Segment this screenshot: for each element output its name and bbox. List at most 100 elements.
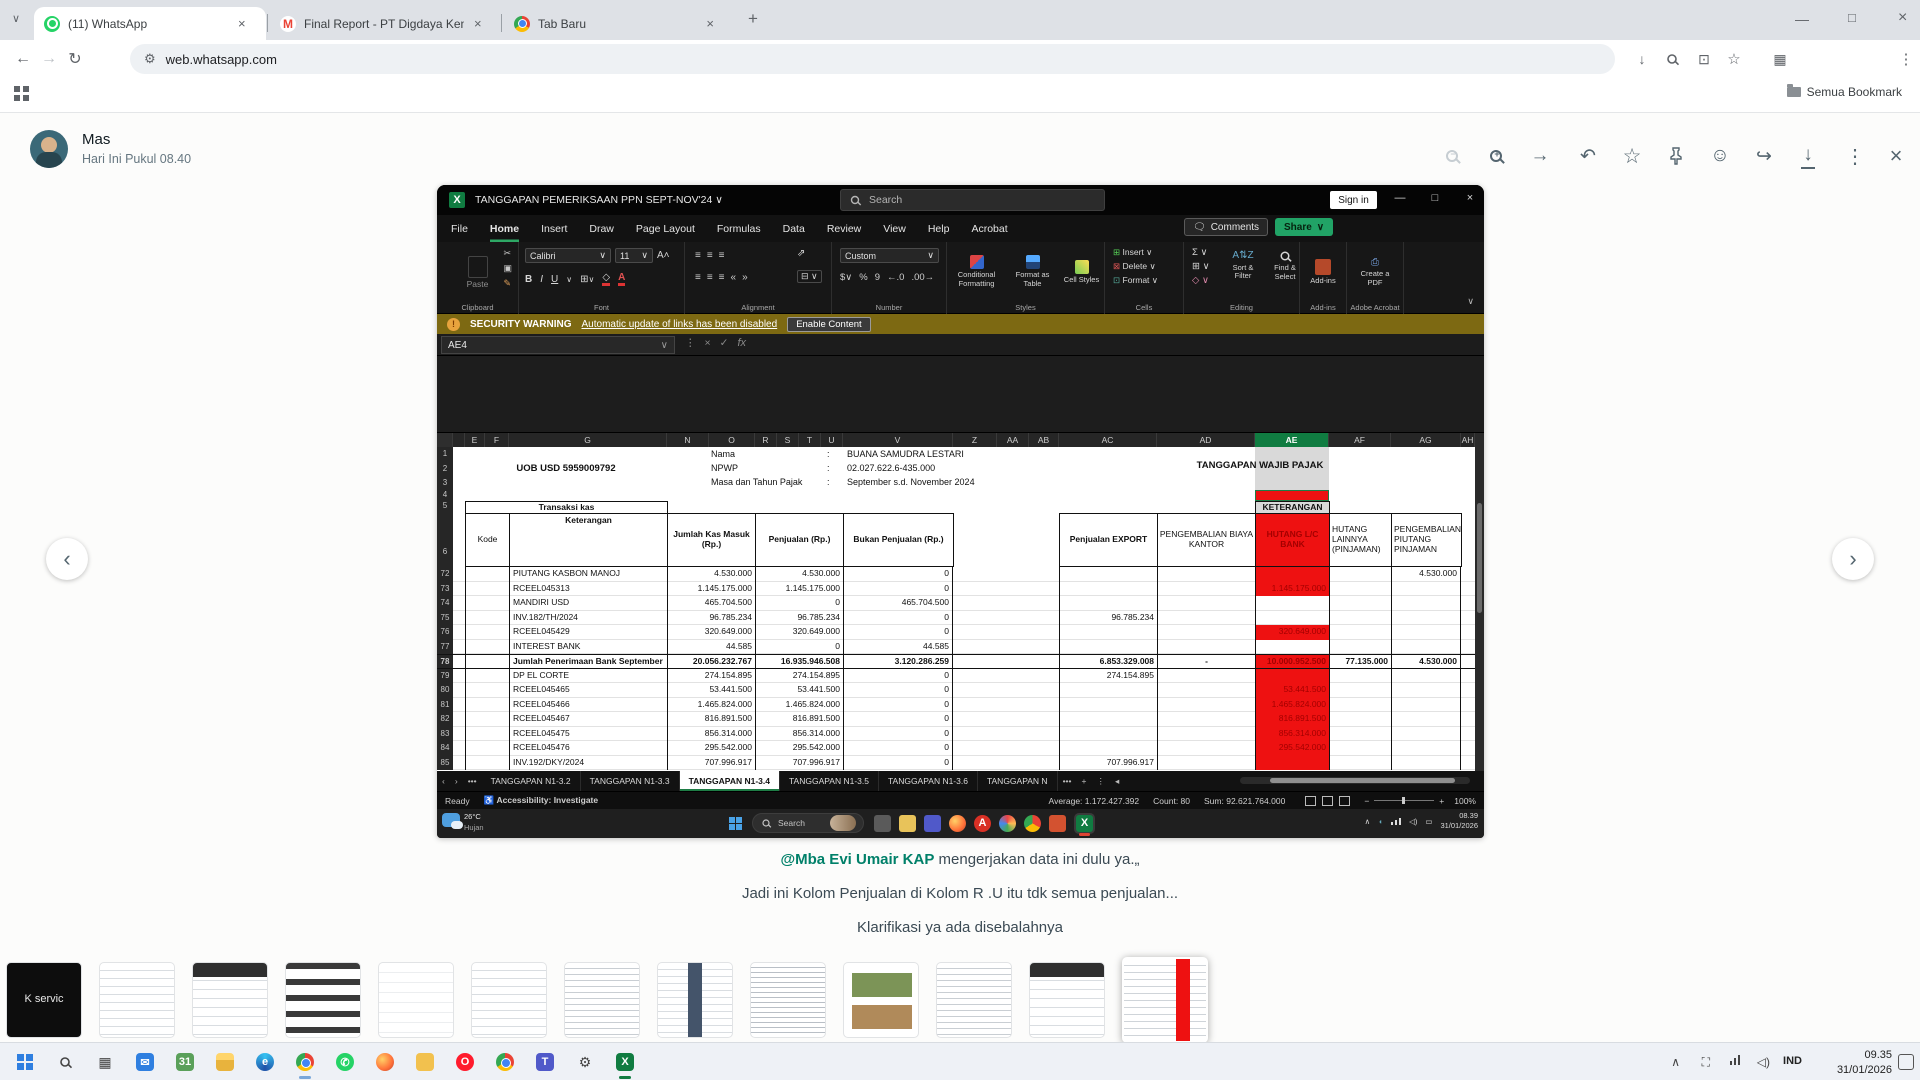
group-label-font: Font	[519, 303, 684, 312]
tab-close-icon[interactable]: ×	[236, 16, 248, 31]
back-icon[interactable]: ←	[10, 46, 36, 72]
taskbar-search-icon[interactable]	[52, 1049, 78, 1075]
thumbnail-selected[interactable]	[1122, 957, 1208, 1043]
forward-arrow-icon[interactable]: →	[1525, 141, 1555, 171]
message-image-excel-screenshot[interactable]: TANGGAPAN PEMERIKSAAN PPN SEPT-NOV'24 ∨ …	[437, 185, 1484, 838]
tab-close-icon[interactable]: ×	[704, 16, 716, 31]
thumbnail[interactable]	[285, 962, 361, 1038]
share-icon[interactable]: ↪	[1749, 141, 1779, 171]
browser-ball-icon[interactable]	[492, 1049, 518, 1075]
teams-icon[interactable]: T	[532, 1049, 558, 1075]
cell-penjualan-export	[1059, 640, 1157, 655]
cell-penjualan: 1.465.824.000	[755, 698, 843, 713]
tray-monitor-icon[interactable]: ⛶	[1702, 1055, 1710, 1070]
emoji-icon[interactable]: ☺	[1705, 141, 1735, 171]
download-page-icon[interactable]: ↓	[1630, 47, 1654, 71]
folder-icon[interactable]	[412, 1049, 438, 1075]
start-button[interactable]	[12, 1049, 38, 1075]
language-indicator[interactable]: IND	[1783, 1055, 1802, 1067]
label-masa: Masa dan Tahun Pajak	[711, 477, 802, 487]
tray-chevron-icon[interactable]: ∧	[1671, 1055, 1680, 1069]
wifi-icon[interactable]	[1730, 1055, 1741, 1065]
notification-center-icon[interactable]	[1898, 1054, 1914, 1070]
italic-icon: I	[540, 274, 543, 285]
thumbnail[interactable]	[657, 962, 733, 1038]
firefox-taskbar-icon[interactable]	[372, 1049, 398, 1075]
browser-toolbar: ← → ↻ ⚙ web.whatsapp.com ↓ ⊡ ☆ ▦ ↓ D ⋮	[0, 40, 1920, 78]
sheet-tab: TANGGAPAN N1-3.2	[482, 771, 581, 791]
star-icon[interactable]: ☆	[1617, 141, 1647, 171]
next-image-button[interactable]: ›	[1832, 538, 1874, 580]
close-viewer-icon[interactable]: ×	[1881, 141, 1911, 171]
extensions-icon[interactable]: ▦	[1768, 47, 1792, 71]
address-bar[interactable]: ⚙ web.whatsapp.com	[130, 44, 1615, 74]
cell-jumlah-kas: 4.530.000	[667, 567, 755, 582]
thumbnail[interactable]: K servic	[6, 962, 82, 1038]
excel-os-icon[interactable]: X	[612, 1049, 638, 1075]
thumbnail[interactable]	[1029, 962, 1105, 1038]
cell-hutang-lainnya	[1329, 582, 1391, 597]
search-icon	[762, 819, 769, 826]
thumbnail[interactable]	[99, 962, 175, 1038]
cell-keterangan: RCEEL045465	[509, 683, 667, 698]
cell-keterangan: DP EL CORTE	[509, 669, 667, 684]
window-minimize-button[interactable]: —	[1795, 11, 1809, 27]
new-tab-button[interactable]: +	[748, 9, 758, 29]
site-settings-icon[interactable]: ⚙	[144, 51, 156, 67]
zoom-in-icon[interactable]: +	[1481, 141, 1511, 171]
settings-icon[interactable]: ⚙	[572, 1049, 598, 1075]
task-view-icon[interactable]: ▦	[92, 1049, 118, 1075]
file-explorer-icon[interactable]	[212, 1049, 238, 1075]
reload-icon[interactable]: ↻	[62, 46, 88, 72]
zoom-out-icon[interactable]: −	[1437, 141, 1467, 171]
clock[interactable]: 09.3531/01/2026	[1837, 1048, 1892, 1078]
chrome-taskbar-icon[interactable]	[292, 1049, 318, 1075]
thumbnail[interactable]	[843, 962, 919, 1038]
cell-keterangan: MANDIRI USD	[509, 596, 667, 611]
download-icon[interactable]: ↓	[1793, 141, 1823, 171]
install-app-icon[interactable]: ⊡	[1692, 47, 1716, 71]
thumbnail[interactable]	[750, 962, 826, 1038]
opera-icon[interactable]: O	[452, 1049, 478, 1075]
all-bookmarks-button[interactable]: Semua Bookmark	[1787, 85, 1902, 99]
browser-tab-new[interactable]: Tab Baru ×	[504, 7, 726, 40]
previous-image-button[interactable]: ‹	[46, 538, 88, 580]
sender-avatar[interactable]	[30, 130, 68, 168]
forward-icon[interactable]: →	[36, 46, 62, 72]
whatsapp-taskbar-icon[interactable]: ✆	[332, 1049, 358, 1075]
window-close-button[interactable]: ×	[1898, 9, 1907, 27]
bookmark-star-icon[interactable]: ☆	[1722, 47, 1746, 71]
format-as-table-button: Format as Table	[1010, 255, 1056, 288]
mail-icon[interactable]: ✉	[132, 1049, 158, 1075]
zoom-slider: −+	[1364, 796, 1444, 806]
colon: :	[827, 477, 830, 487]
cell-hutang-lainnya	[1329, 625, 1391, 640]
menu-kebab-icon[interactable]: ⋮	[1840, 141, 1870, 171]
browser-tab-whatsapp[interactable]: (11) WhatsApp ×	[34, 7, 266, 40]
shield-icon: !	[447, 318, 460, 331]
volume-icon[interactable]: ◁)	[1757, 1055, 1770, 1069]
caption-mention[interactable]: @Mba Evi Umair KAP	[781, 851, 935, 868]
thumbnail[interactable]	[564, 962, 640, 1038]
sheet-tab: TANGGAPAN N1-3.3	[581, 771, 680, 791]
thumbnail[interactable]	[192, 962, 268, 1038]
calendar-icon[interactable]: 31	[172, 1049, 198, 1075]
pin-icon[interactable]	[1661, 141, 1691, 171]
zoom-icon[interactable]	[1660, 47, 1684, 71]
tab-close-icon[interactable]: ×	[472, 16, 484, 31]
tab-search-chevron-icon[interactable]: ∨	[12, 12, 20, 25]
apps-grid-icon[interactable]	[14, 86, 30, 102]
page-break-view-icon	[1339, 796, 1350, 806]
thumbnail[interactable]	[471, 962, 547, 1038]
reply-icon[interactable]: ↶	[1573, 141, 1603, 171]
cell-pengembalian-piutang	[1391, 756, 1461, 771]
column-header: O	[709, 433, 755, 447]
thumbnail[interactable]	[936, 962, 1012, 1038]
thumbnail[interactable]	[378, 962, 454, 1038]
search-label: Search	[778, 818, 805, 828]
window-maximize-button[interactable]: □	[1848, 10, 1856, 25]
edge-icon[interactable]: e	[252, 1049, 278, 1075]
browser-menu-icon[interactable]: ⋮	[1894, 47, 1918, 71]
browser-tab-gmail[interactable]: M Final Report - PT Digdaya Kenca ×	[270, 7, 500, 40]
cell-name-box: AE4∨	[441, 336, 675, 354]
